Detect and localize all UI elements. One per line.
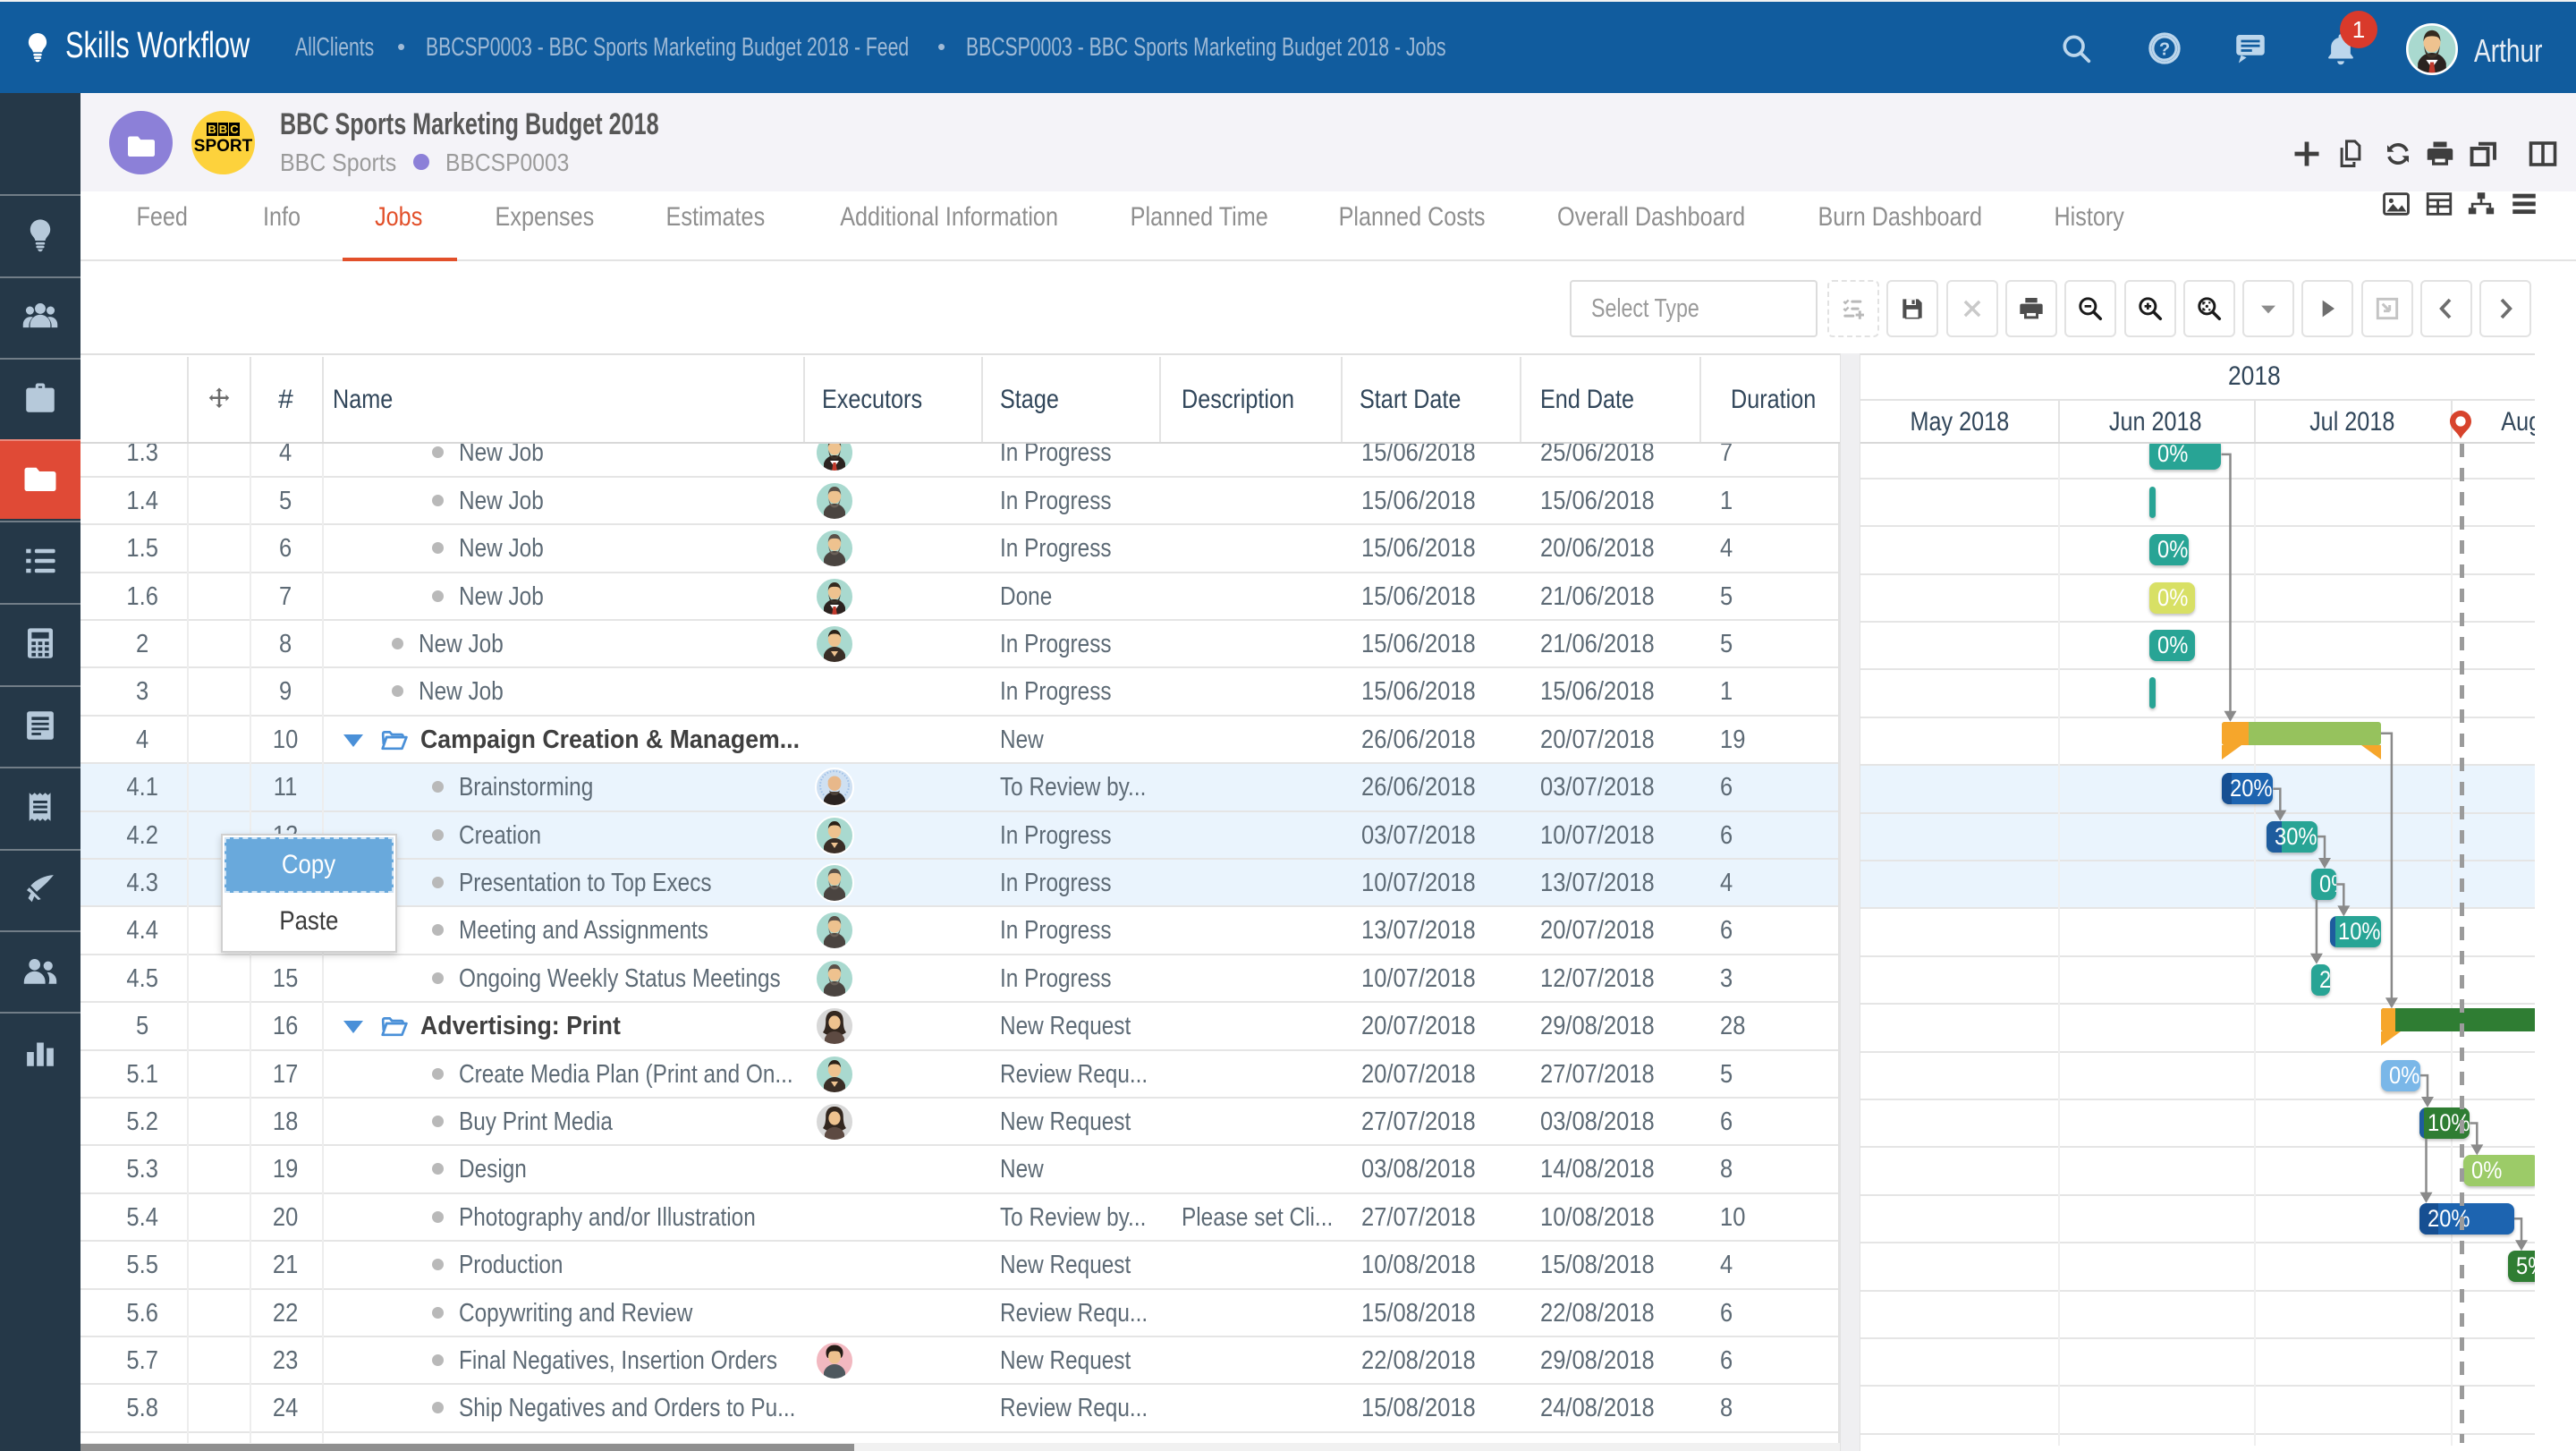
svg-text:?: ?: [2159, 39, 2170, 59]
